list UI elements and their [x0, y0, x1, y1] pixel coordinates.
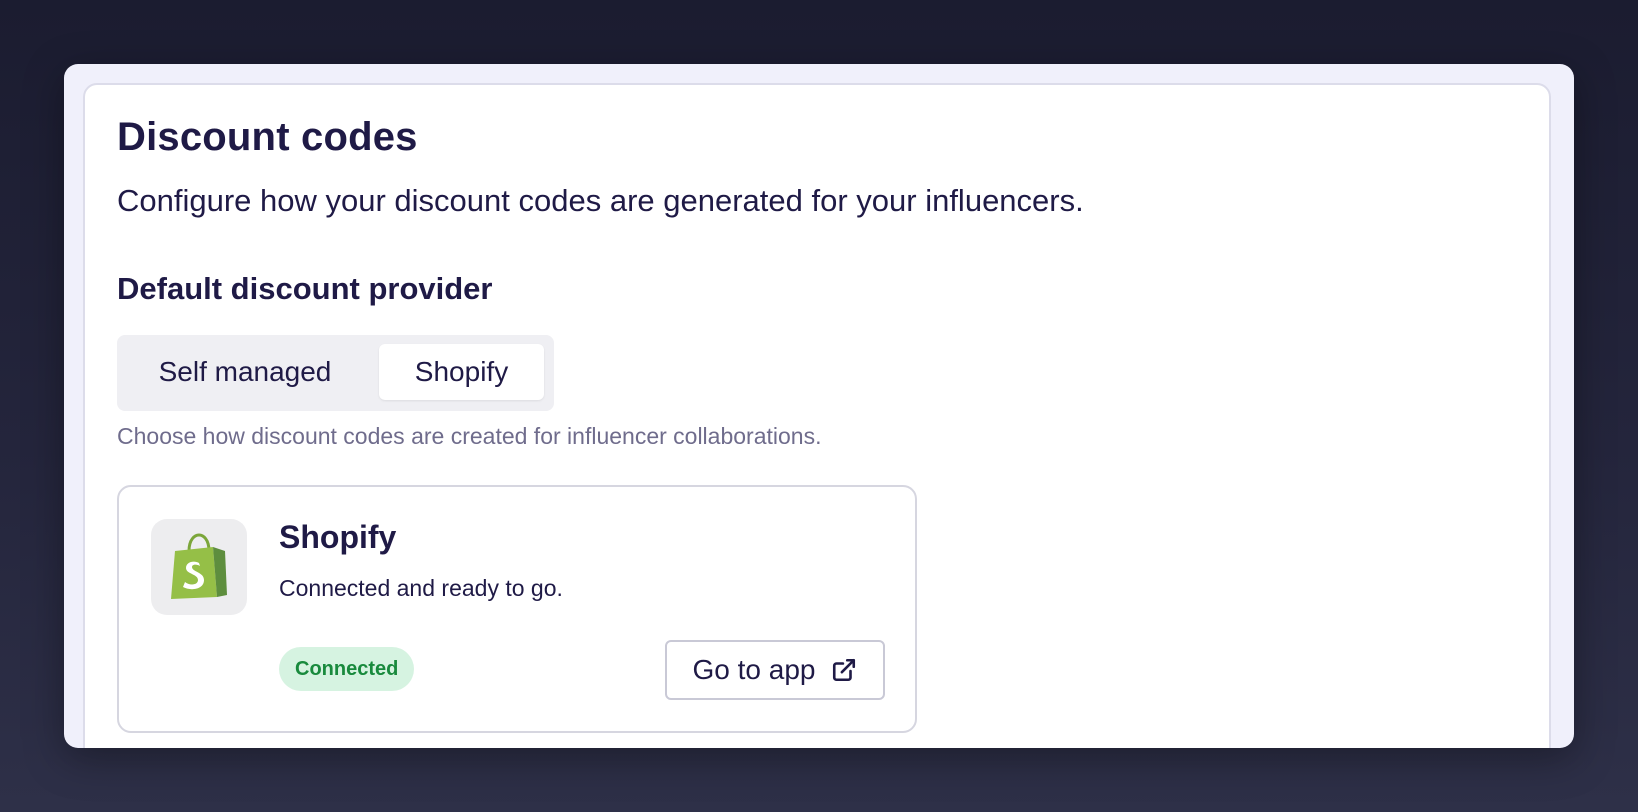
shopify-bag-icon	[171, 533, 227, 599]
go-to-app-button[interactable]: Go to app	[665, 640, 885, 700]
section-title: Default discount provider	[117, 271, 493, 306]
integration-description: Connected and ready to go.	[279, 575, 563, 601]
page-title: Discount codes	[117, 115, 418, 159]
shopify-integration-card: Shopify Connected and ready to go. Conne…	[117, 485, 917, 733]
settings-window: Discount codes Configure how your discou…	[64, 64, 1574, 748]
discount-codes-panel: Discount codes Configure how your discou…	[83, 83, 1551, 748]
provider-helper-text: Choose how discount codes are created fo…	[117, 423, 822, 449]
external-link-icon	[831, 657, 857, 683]
page-subtitle: Configure how your discount codes are ge…	[117, 183, 1084, 218]
segment-shopify[interactable]: Shopify	[379, 344, 544, 400]
shopify-logo	[151, 519, 247, 615]
provider-segmented-control: Self managed Shopify	[117, 335, 554, 411]
segment-self-managed[interactable]: Self managed	[125, 344, 365, 400]
go-to-app-label: Go to app	[692, 654, 816, 685]
integration-title: Shopify	[279, 519, 397, 555]
status-badge: Connected	[279, 647, 415, 691]
